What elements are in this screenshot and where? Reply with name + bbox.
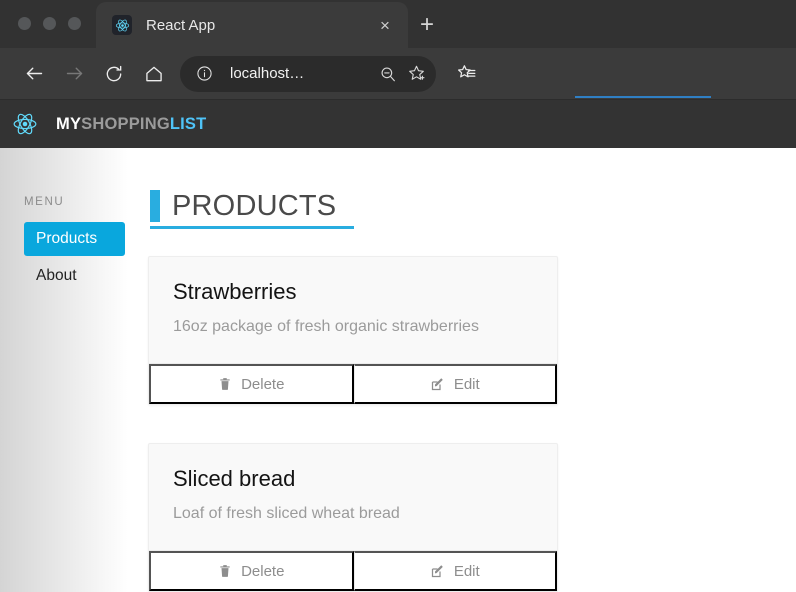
window-traffic-lights <box>18 17 81 30</box>
url-text: localhost… <box>230 65 305 82</box>
brand-part-my: MY <box>56 114 82 133</box>
product-card-actions: Delete Edit <box>149 363 557 404</box>
react-logo-icon <box>112 15 132 35</box>
react-logo-icon <box>8 107 42 141</box>
sidebar-item-products[interactable]: Products <box>24 222 125 256</box>
tab-strip: React App × + <box>0 0 796 48</box>
address-bar[interactable]: localhost… <box>180 55 436 92</box>
close-tab-button[interactable]: × <box>374 14 396 36</box>
maximize-window-button[interactable] <box>68 17 81 30</box>
product-description: Loaf of fresh sliced wheat bread <box>173 505 400 522</box>
page-viewport: MYSHOPPINGLIST MENU Products About PRODU… <box>0 100 796 592</box>
edit-button-label: Edit <box>453 562 480 580</box>
product-card-body: Sliced bread Loaf of fresh sliced wheat … <box>149 444 557 550</box>
product-card-list: Strawberries 16oz package of fresh organ… <box>148 256 796 592</box>
info-circle-icon[interactable] <box>190 60 218 88</box>
page-loading-bar <box>575 96 711 98</box>
delete-button[interactable]: Delete <box>149 364 354 404</box>
product-card-actions: Delete Edit <box>149 550 557 591</box>
forward-arrow-icon <box>54 56 94 92</box>
sidebar-menu-label: MENU <box>24 196 65 208</box>
tab-title: React App <box>146 16 216 34</box>
product-title: Strawberries <box>173 279 297 304</box>
app-body: MENU Products About PRODUCTS Strawberrie… <box>0 148 796 592</box>
back-arrow-icon[interactable] <box>14 56 54 92</box>
sidebar: MENU Products About <box>0 148 148 592</box>
app-navbar: MYSHOPPINGLIST <box>0 100 796 148</box>
browser-tab[interactable]: React App × <box>96 2 408 48</box>
star-list-icon[interactable] <box>446 56 486 92</box>
home-icon[interactable] <box>134 56 174 92</box>
product-card: Strawberries 16oz package of fresh organ… <box>148 256 558 405</box>
brand-part-list: LIST <box>169 114 207 133</box>
product-card-body: Strawberries 16oz package of fresh organ… <box>149 257 557 363</box>
brand-part-shopping: SHOPPING <box>81 114 170 133</box>
delete-button-label: Delete <box>241 375 285 393</box>
product-card: Sliced bread Loaf of fresh sliced wheat … <box>148 443 558 592</box>
pen-to-square-icon <box>430 377 454 392</box>
product-title: Sliced bread <box>173 466 296 491</box>
toolbar-right-actions <box>446 56 486 92</box>
minimize-window-button[interactable] <box>43 17 56 30</box>
close-window-button[interactable] <box>18 17 31 30</box>
star-plus-icon[interactable] <box>402 60 430 88</box>
sidebar-item-about[interactable]: About <box>24 259 125 293</box>
page-title-container: PRODUCTS <box>150 190 354 229</box>
delete-button-label: Delete <box>241 562 285 580</box>
title-accent-bar <box>150 190 160 222</box>
page-title: PRODUCTS <box>172 189 337 222</box>
trash-icon <box>218 564 241 578</box>
delete-button[interactable]: Delete <box>149 551 354 591</box>
pen-to-square-icon <box>430 564 454 579</box>
edit-button-label: Edit <box>453 375 480 393</box>
product-description: 16oz package of fresh organic strawberri… <box>173 318 479 335</box>
edit-button[interactable]: Edit <box>353 364 557 404</box>
app-brand[interactable]: MYSHOPPINGLIST <box>56 115 206 134</box>
browser-window: React App × + localhost… MYSHOPPINGLIST … <box>0 0 796 592</box>
new-tab-button[interactable]: + <box>412 10 442 40</box>
zoom-out-icon[interactable] <box>374 60 402 88</box>
trash-icon <box>218 377 241 391</box>
reload-icon[interactable] <box>94 56 134 92</box>
edit-button[interactable]: Edit <box>353 551 557 591</box>
main-content: PRODUCTS Strawberries 16oz package of fr… <box>148 148 796 592</box>
browser-toolbar: localhost… <box>0 48 796 100</box>
